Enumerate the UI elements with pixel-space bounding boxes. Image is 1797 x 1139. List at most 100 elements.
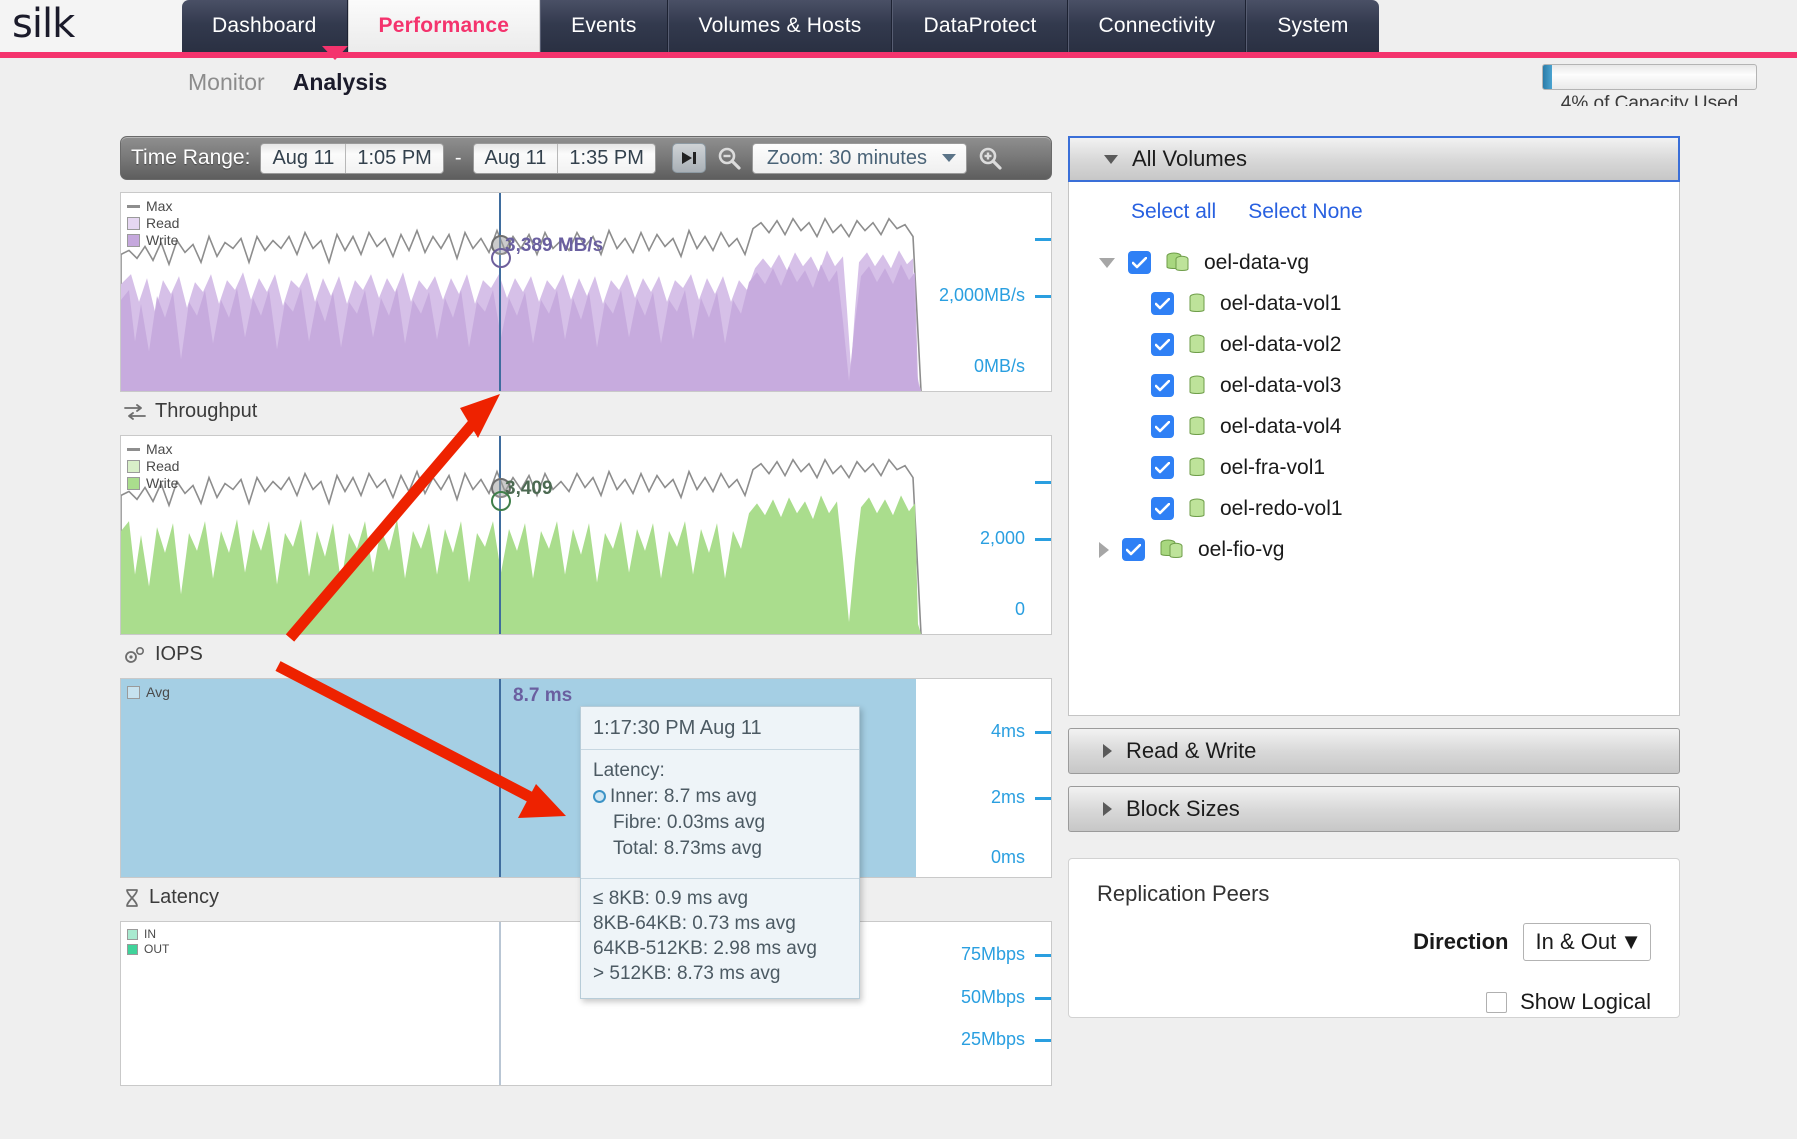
block-sizes-panel-header[interactable]: Block Sizes xyxy=(1068,786,1680,832)
iops-axis-label-2000: 2,000 xyxy=(979,528,1025,548)
expand-collapse-triangle-down-icon[interactable] xyxy=(1099,257,1115,268)
all-volumes-title: All Volumes xyxy=(1132,146,1247,171)
checkbox-oel-data-vol2[interactable] xyxy=(1151,333,1174,356)
throughput-chart[interactable]: Max Read Write 3,389 MB/s 2,000MB/s 0MB/… xyxy=(120,192,1052,392)
tooltip-row-64k-512k: 64KB-512KB: 2.98 ms avg xyxy=(593,938,817,959)
tooltip-row-gt512kb: > 512KB: 8.73 ms avg xyxy=(593,963,781,984)
legend-label-write: Write xyxy=(146,232,179,248)
iops-caption: IOPS xyxy=(120,635,1052,666)
zoom-in-button[interactable] xyxy=(973,141,1007,175)
checkbox-oel-fra-vol1[interactable] xyxy=(1151,456,1174,479)
time-cursor-line[interactable] xyxy=(499,436,501,634)
checkbox-oel-data-vol4[interactable] xyxy=(1151,415,1174,438)
tree-row-volume-oel-redo-vol1[interactable]: oel-redo-vol1 xyxy=(1079,488,1669,529)
checkbox-oel-data-vol3[interactable] xyxy=(1151,374,1174,397)
play-to-end-icon xyxy=(681,152,696,164)
legend-label-write: Write xyxy=(146,475,179,491)
end-time-field[interactable]: 1:35 PM xyxy=(557,143,654,173)
nav-tab-performance[interactable]: Performance xyxy=(347,0,541,52)
time-cursor-line[interactable] xyxy=(499,922,501,1085)
direction-select[interactable]: In & Out ▼ xyxy=(1522,923,1651,961)
nav-tab-system[interactable]: System xyxy=(1246,0,1379,52)
show-logical-label: Show Logical xyxy=(1520,989,1651,1014)
latency-tooltip: 1:17:30 PM Aug 11 Latency: Inner: 8.7 ms… xyxy=(580,706,860,999)
time-cursor-line[interactable] xyxy=(499,679,501,877)
chevron-down-icon xyxy=(941,154,956,162)
start-time-field[interactable]: 1:05 PM xyxy=(345,143,442,173)
subnav-item-analysis[interactable]: Analysis xyxy=(293,69,388,96)
replication-peers-card: Replication Peers Direction In & Out ▼ S… xyxy=(1068,858,1680,1018)
replication-axis-label-50: 50Mbps xyxy=(960,987,1025,1007)
iops-chart[interactable]: Max Read Write 3,409 2,000 0 xyxy=(120,435,1052,635)
tree-label-oel-data-vol3: oel-data-vol3 xyxy=(1220,373,1342,397)
subnav-item-monitor[interactable]: Monitor xyxy=(188,69,265,96)
legend-label-out: OUT xyxy=(144,942,170,956)
tooltip-row-inner: Inner: 8.7 ms avg xyxy=(593,784,847,810)
legend-dash-icon xyxy=(127,448,140,451)
read-write-panel-header[interactable]: Read & Write xyxy=(1068,728,1680,774)
select-all-link[interactable]: Select all xyxy=(1131,200,1216,224)
start-date-field[interactable]: Aug 11 xyxy=(261,144,345,173)
axis-tick-2ms xyxy=(1035,797,1051,800)
legend-label-max: Max xyxy=(146,441,173,457)
legend-item-max: Max xyxy=(127,441,179,458)
nav-tab-connectivity[interactable]: Connectivity xyxy=(1067,0,1247,52)
tooltip-heading: Latency: xyxy=(593,760,665,781)
nav-tab-events[interactable]: Events xyxy=(540,0,668,52)
throughput-caption-label: Throughput xyxy=(155,400,258,422)
iops-caption-label: IOPS xyxy=(155,643,203,665)
tooltip-row-total: Total: 8.73ms avg xyxy=(613,838,762,859)
replication-axis-label-75: 75Mbps xyxy=(960,944,1025,964)
show-logical-checkbox[interactable] xyxy=(1486,991,1508,1013)
legend-item-read: Read xyxy=(127,215,179,232)
tree-row-volume-oel-data-vol3[interactable]: oel-data-vol3 xyxy=(1079,365,1669,406)
chevron-down-icon: ▼ xyxy=(1620,929,1642,954)
checkbox-oel-data-vg[interactable] xyxy=(1128,251,1151,274)
checkbox-oel-redo-vol1[interactable] xyxy=(1151,497,1174,520)
tree-row-volume-oel-data-vol1[interactable]: oel-data-vol1 xyxy=(1079,283,1669,324)
check-icon xyxy=(1155,338,1170,350)
checkbox-oel-data-vol1[interactable] xyxy=(1151,292,1174,315)
nav-tab-list: Dashboard Performance Events Volumes & H… xyxy=(182,0,1797,52)
all-volumes-panel-header[interactable]: All Volumes xyxy=(1068,136,1680,182)
check-icon xyxy=(1155,502,1170,514)
time-cursor-line[interactable] xyxy=(499,193,501,391)
replication-legend: IN OUT xyxy=(127,927,169,957)
legend-swatch-out xyxy=(127,944,138,955)
active-tab-caret-icon xyxy=(322,46,348,60)
tree-row-volume-oel-fra-vol1[interactable]: oel-fra-vol1 xyxy=(1079,447,1669,488)
legend-swatch-read xyxy=(127,460,140,473)
show-logical-row: Show Logical xyxy=(1097,989,1651,1015)
zoom-level-select[interactable]: Zoom: 30 minutes xyxy=(751,142,967,174)
capacity-bar xyxy=(1542,64,1757,90)
nav-tab-dataprotect[interactable]: DataProtect xyxy=(892,0,1068,52)
select-none-link[interactable]: Select None xyxy=(1248,200,1362,224)
tooltip-row-8k-64k: 8KB-64KB: 0.73 ms avg xyxy=(593,913,796,934)
jump-to-now-button[interactable] xyxy=(671,143,706,173)
checkbox-oel-fio-vg[interactable] xyxy=(1122,538,1145,561)
volume-icon xyxy=(1189,334,1205,353)
throughput-plot xyxy=(121,193,1051,391)
legend-item-write: Write xyxy=(127,475,179,492)
tree-row-group-oel-data-vg[interactable]: oel-data-vg xyxy=(1079,242,1669,283)
nav-tab-dashboard[interactable]: Dashboard xyxy=(182,0,348,52)
nav-tab-volumes-hosts[interactable]: Volumes & Hosts xyxy=(667,0,893,52)
tree-row-volume-oel-data-vol4[interactable]: oel-data-vol4 xyxy=(1079,406,1669,447)
legend-label-max: Max xyxy=(146,198,173,214)
brand-logo: silk xyxy=(0,0,182,52)
tree-label-oel-data-vol1: oel-data-vol1 xyxy=(1220,291,1342,315)
end-date-field[interactable]: Aug 11 xyxy=(474,144,558,173)
zoom-out-button[interactable] xyxy=(712,141,746,175)
axis-tick-50 xyxy=(1035,997,1051,1000)
throughput-caption: Throughput xyxy=(120,392,1052,423)
direction-row: Direction In & Out ▼ xyxy=(1097,923,1651,961)
iops-chart-block: Max Read Write 3,409 2,000 0 IOPS xyxy=(120,435,1052,666)
zoom-out-icon xyxy=(718,147,741,170)
tree-label-oel-data-vol4: oel-data-vol4 xyxy=(1220,414,1342,438)
volume-icon xyxy=(1189,293,1205,312)
read-write-title: Read & Write xyxy=(1126,738,1257,763)
expand-collapse-triangle-right-icon[interactable] xyxy=(1099,541,1109,558)
axis-tick-top xyxy=(1035,238,1051,241)
tree-row-group-oel-fio-vg[interactable]: oel-fio-vg xyxy=(1079,529,1669,570)
tree-row-volume-oel-data-vol2[interactable]: oel-data-vol2 xyxy=(1079,324,1669,365)
